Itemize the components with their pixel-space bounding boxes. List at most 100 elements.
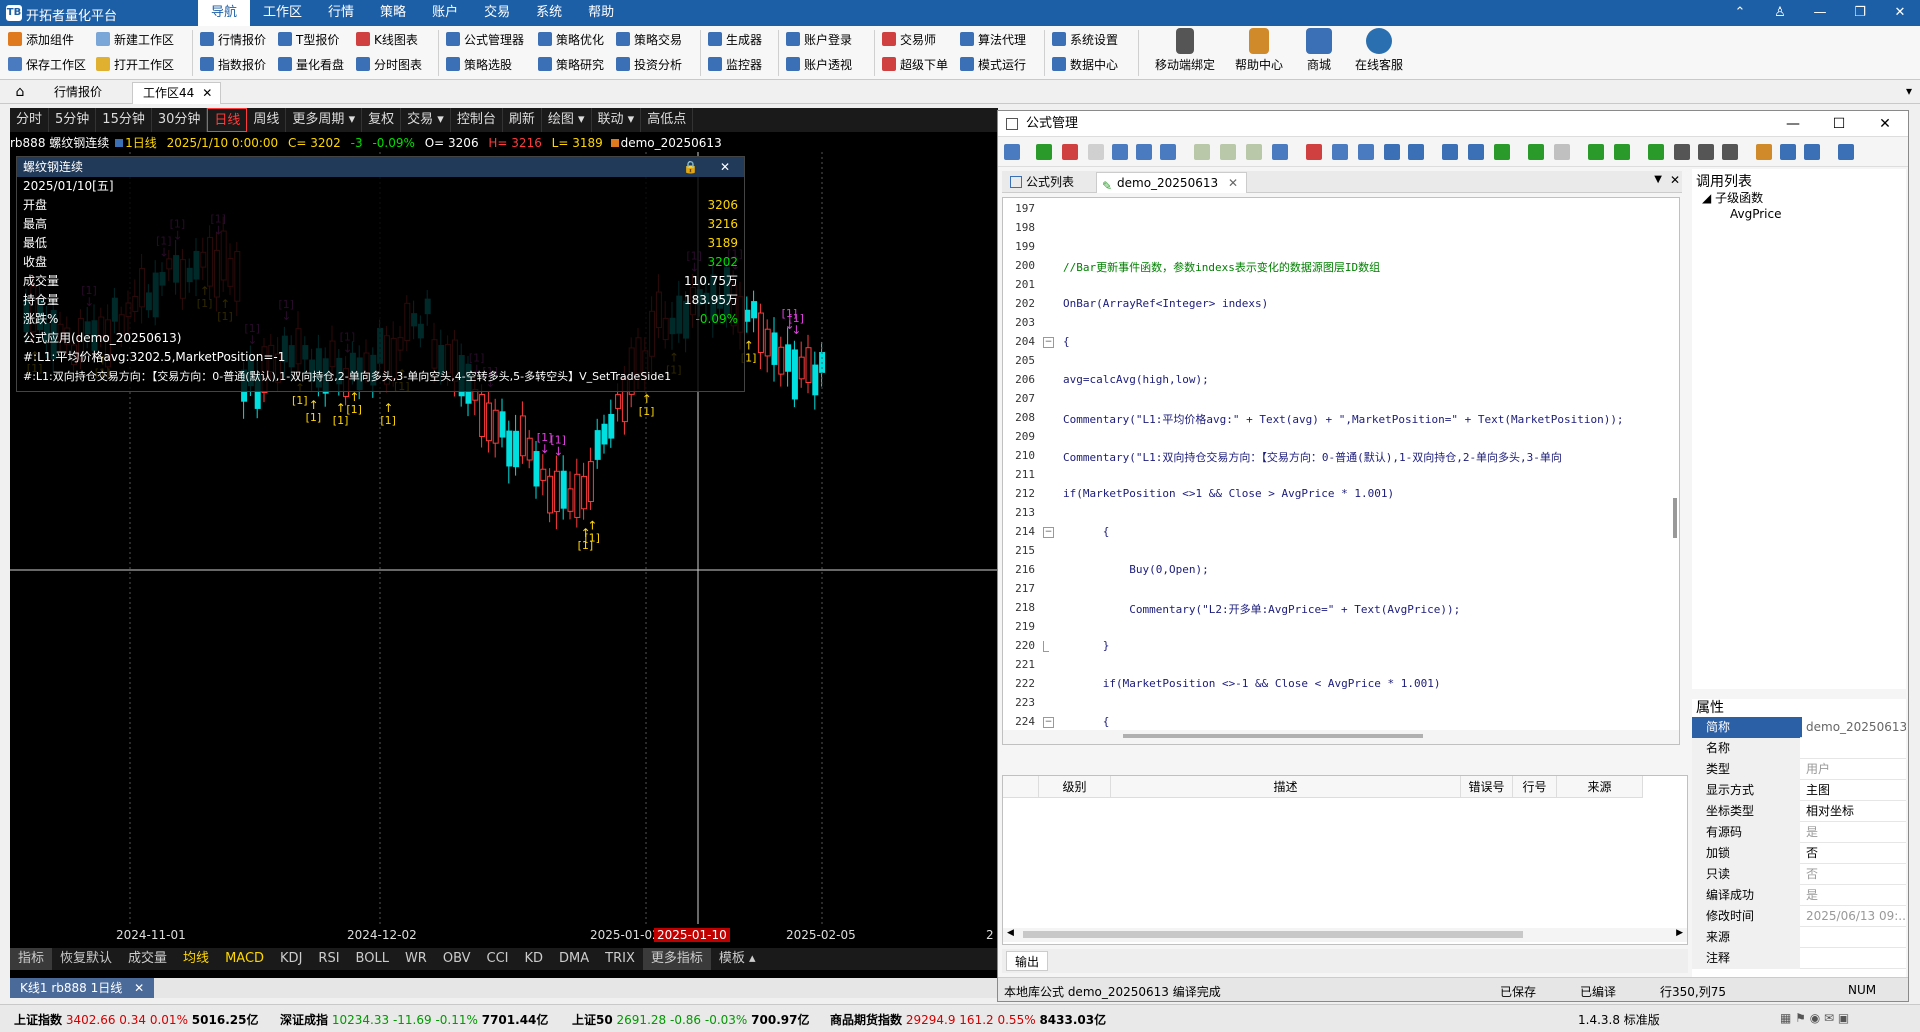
mode-run-button[interactable]: 模式运行 [960,53,1026,75]
redo-icon[interactable] [1408,144,1424,160]
search-icon[interactable] [1674,144,1690,160]
error-col-line[interactable]: 行号 [1513,776,1557,798]
outdent-icon[interactable] [1468,144,1484,160]
copy-icon[interactable] [1332,144,1348,160]
indent-icon[interactable] [1442,144,1458,160]
layout-icon[interactable] [1194,144,1210,160]
console-button[interactable]: 控制台 [451,108,503,132]
strategy-optimize-button[interactable]: 策略优化 [538,28,604,50]
sz-index[interactable]: 深证成指 10234.33 -11.69 -0.11% 7701.44亿 [280,1011,548,1028]
indicator-tab-reset[interactable]: 恢复默认 [52,948,120,970]
kline-chart-button[interactable]: K线图表 [356,28,418,50]
property-row[interactable]: 有源码是 [1692,822,1906,843]
t-quote-button[interactable]: T型报价 [278,28,339,50]
tab-formula-list[interactable]: 公式列表 [1006,172,1082,193]
edit-icon[interactable] [1528,144,1544,160]
horizontal-scrollbar[interactable] [1003,730,1679,744]
mobile-bind-button[interactable]: 移动端绑定 [1150,28,1220,73]
link-dropdown[interactable]: 联动 ▾ [592,108,642,132]
menu-strategy[interactable]: 策略 [367,0,419,26]
font-icon[interactable] [1756,144,1772,160]
quote-list-button[interactable]: 行情报价 [200,28,266,50]
close-icon[interactable]: ✕ [1880,0,1920,26]
code-editor[interactable]: 197 198 199 200 //Bar更新事件函数，参数indexs表示变化的数据源… [1002,197,1680,745]
comment-icon[interactable] [1494,144,1510,160]
zoom-in-icon[interactable] [1780,144,1796,160]
close-editor-tab-icon[interactable]: ✕ [1228,173,1238,194]
find-replace-icon[interactable] [1698,144,1714,160]
quant-board-button[interactable]: 量化看盘 [278,53,344,75]
sheet-tab-kline1[interactable]: K线1 rb888 1日线 ✕ [10,978,155,998]
trade-dropdown[interactable]: 交易 ▾ [401,108,451,132]
scroll-right-icon[interactable]: ▶ [1676,928,1683,938]
preview-icon[interactable] [1272,144,1288,160]
save-workspace-button[interactable]: 保存工作区 [8,53,86,75]
strategy-screen-button[interactable]: 策略选股 [446,53,512,75]
fold-toggle-icon[interactable]: − [1043,337,1054,348]
property-row[interactable]: 来源 [1692,927,1906,948]
home-icon[interactable]: ⌂ [6,82,34,104]
error-col-source[interactable]: 来源 [1557,776,1643,798]
indicator-template-dropdown[interactable]: 模板 ▴ [711,948,764,970]
kline-chart-panel[interactable]: 分时 5分钟 15分钟 30分钟 日线 周线 更多周期 ▾ 复权 交易 ▾ 控制… [10,108,998,978]
undo-icon[interactable] [1384,144,1400,160]
save-all-icon[interactable] [1160,144,1176,160]
error-col-desc[interactable]: 描述 [1111,776,1461,798]
fold-toggle-icon[interactable]: − [1043,527,1054,538]
trader-button[interactable]: 交易师 [882,28,936,50]
call-list-item[interactable]: AvgPrice [1730,207,1782,221]
tab-workspace44[interactable]: 工作区44 ✕ [132,82,222,104]
tray-icons[interactable]: ▦ ⚑ ◉ ✉ ▣ [1780,1011,1849,1025]
call-list-group[interactable]: ◢ 子级函数 [1702,189,1763,206]
menu-quotes[interactable]: 行情 [315,0,367,26]
paste-icon[interactable] [1358,144,1374,160]
error-hscrollbar[interactable]: ◀ ▶ [1003,928,1687,942]
tree-expand-icon[interactable]: ◢ [1702,191,1711,205]
indicator-tab-boll[interactable]: BOLL [348,948,397,970]
property-row[interactable]: 注释 [1692,948,1906,969]
property-row[interactable]: 修改时间 2025/06/13 09:... [1692,906,1906,927]
list-icon[interactable] [1246,144,1262,160]
error-scroll-thumb[interactable] [1023,931,1523,938]
period-weekly[interactable]: 周线 [247,108,287,132]
collapse-ribbon-icon[interactable]: ⌃ [1720,0,1760,26]
popup-close-icon[interactable]: ✕ [720,157,730,177]
add-component-button[interactable]: 添加组件 [8,28,74,50]
property-row[interactable]: 名称 [1692,738,1906,759]
indicator-tab-trix[interactable]: TRIX [597,948,643,970]
menu-system[interactable]: 系统 [523,0,575,26]
tab-demo-formula[interactable]: ✎ demo_20250613 ✕ [1096,172,1248,194]
indicator-tab-macd[interactable]: MACD [217,948,272,970]
tab-quote-list[interactable]: 行情报价 [44,82,112,104]
import-formula-icon[interactable] [1588,144,1604,160]
system-settings-button[interactable]: 系统设置 [1052,28,1118,50]
generator-button[interactable]: 生成器 [708,28,762,50]
property-row[interactable]: 编译成功是 [1692,885,1906,906]
indicator-tab-obv[interactable]: OBV [435,948,479,970]
tab-output[interactable]: 输出 [1006,951,1049,971]
fold-toggle-icon[interactable] [1043,641,1049,652]
new-strategy-icon[interactable] [1062,144,1078,160]
menu-help[interactable]: 帮助 [575,0,627,26]
account-login-button[interactable]: 账户登录 [786,28,852,50]
period-30min[interactable]: 30分钟 [152,108,208,132]
period-5min[interactable]: 5分钟 [49,108,97,132]
property-row[interactable]: 显示方式 主图 [1692,780,1906,801]
bookmark-icon[interactable] [1722,144,1738,160]
property-row[interactable]: 坐标类型 相对坐标 [1692,801,1906,822]
import-icon[interactable] [1112,144,1128,160]
menu-workspace[interactable]: 工作区 [250,0,315,26]
outline-icon[interactable] [1220,144,1236,160]
strategy-research-button[interactable]: 策略研究 [538,53,604,75]
user-icon[interactable]: ♙ [1760,0,1800,26]
period-timeshare[interactable]: 分时 [10,108,50,132]
period-daily[interactable]: 日线 [207,108,248,132]
property-row[interactable]: 加锁否 [1692,843,1906,864]
property-row[interactable]: 只读否 [1692,864,1906,885]
indicator-tab-cci[interactable]: CCI [479,948,517,970]
account-view-button[interactable]: 账户透视 [786,53,852,75]
menu-navigate[interactable]: 导航 [198,0,251,26]
formula-manager-button[interactable]: 公式管理器 [446,28,524,50]
data-center-button[interactable]: 数据中心 [1052,53,1118,75]
scroll-left-icon[interactable]: ◀ [1007,928,1014,938]
